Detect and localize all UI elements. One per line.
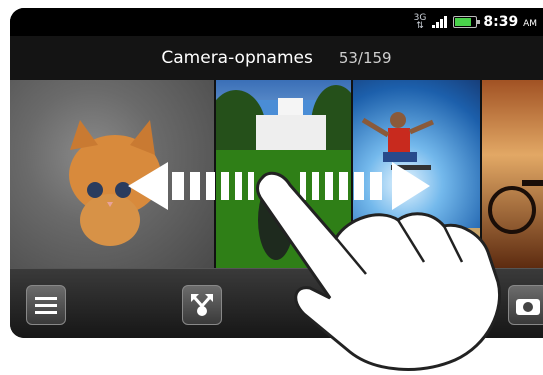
gallery-title-bar: Camera-opnames 53/159 [10,36,543,80]
menu-button[interactable] [26,285,66,325]
photo-counter: 53/159 [338,49,392,67]
photo-strip[interactable] [10,80,543,268]
clock: 8:39 AM [483,14,537,30]
menu-icon [35,297,57,314]
share-button[interactable] [182,285,222,325]
battery-icon [453,16,481,28]
photo-skateboarder[interactable] [353,80,480,268]
camera-button[interactable] [508,285,543,325]
clock-time: 8:39 [483,14,519,30]
album-title: Camera-opnames [161,48,313,68]
phone-screen: 3G ⇅ 8:39 AM Camera-opnames 53/159 [10,8,543,338]
photo-white-house[interactable] [216,80,351,268]
signal-strength-icon [432,16,448,28]
network-type-icon: 3G ⇅ [413,13,427,31]
photo-kitten[interactable] [10,80,214,268]
camera-icon [516,299,540,315]
bottom-toolbar [10,268,543,338]
status-indicators: 3G ⇅ 8:39 AM [414,12,537,32]
status-bar: 3G ⇅ 8:39 AM [10,8,543,36]
clock-ampm: AM [523,19,537,29]
share-icon [191,294,213,316]
photo-bicycle[interactable] [482,80,543,268]
